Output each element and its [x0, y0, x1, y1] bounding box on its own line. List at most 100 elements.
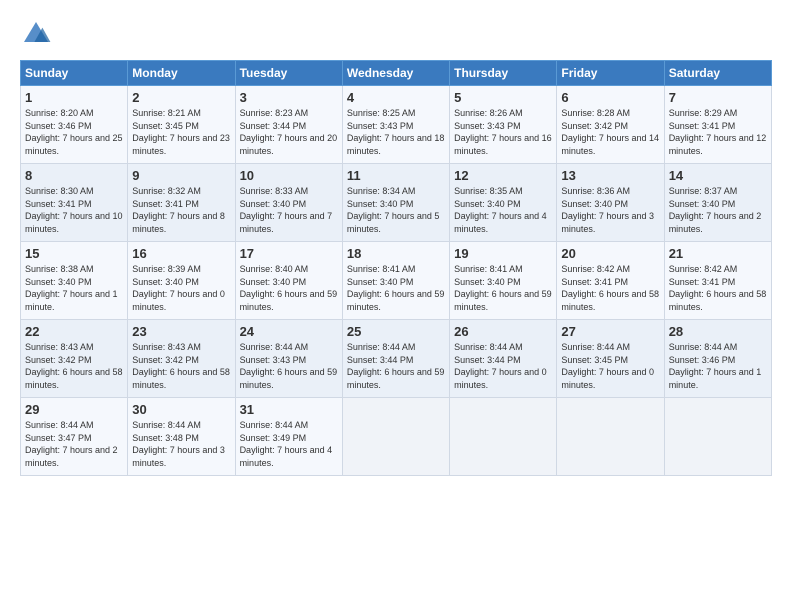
calendar-row: 29 Sunrise: 8:44 AMSunset: 3:47 PMDayligh…	[21, 398, 772, 476]
calendar-cell: 4Sunrise: 8:25 AMSunset: 3:43 PMDaylight…	[342, 86, 449, 164]
calendar-cell	[557, 398, 664, 476]
day-number: 30	[132, 402, 230, 417]
calendar-cell: 8 Sunrise: 8:30 AMSunset: 3:41 PMDaylight…	[21, 164, 128, 242]
calendar-row: 8 Sunrise: 8:30 AMSunset: 3:41 PMDaylight…	[21, 164, 772, 242]
calendar-cell: 27 Sunrise: 8:44 AMSunset: 3:45 PMDayligh…	[557, 320, 664, 398]
day-number: 23	[132, 324, 230, 339]
calendar-cell: 14 Sunrise: 8:37 AMSunset: 3:40 PMDayligh…	[664, 164, 771, 242]
page: Sunday Monday Tuesday Wednesday Thursday…	[0, 0, 792, 488]
calendar-cell: 21 Sunrise: 8:42 AMSunset: 3:41 PMDayligh…	[664, 242, 771, 320]
calendar-row: 15Sunrise: 8:38 AMSunset: 3:40 PMDayligh…	[21, 242, 772, 320]
logo	[20, 18, 58, 50]
day-number: 25	[347, 324, 445, 339]
day-number: 29	[25, 402, 123, 417]
day-info: Sunrise: 8:23 AMSunset: 3:44 PMDaylight:…	[240, 107, 338, 157]
day-info: Sunrise: 8:26 AMSunset: 3:43 PMDaylight:…	[454, 107, 552, 157]
header-row: Sunday Monday Tuesday Wednesday Thursday…	[21, 61, 772, 86]
day-info: Sunrise: 8:44 AMSunset: 3:44 PMDaylight:…	[347, 341, 445, 391]
calendar-cell: 18Sunrise: 8:41 AMSunset: 3:40 PMDayligh…	[342, 242, 449, 320]
day-info: Sunrise: 8:37 AMSunset: 3:40 PMDaylight:…	[669, 185, 767, 235]
calendar-cell: 3 Sunrise: 8:23 AMSunset: 3:44 PMDaylight…	[235, 86, 342, 164]
day-number: 6	[561, 90, 659, 105]
calendar-cell: 31 Sunrise: 8:44 AMSunset: 3:49 PMDayligh…	[235, 398, 342, 476]
col-thursday: Thursday	[450, 61, 557, 86]
day-info: Sunrise: 8:32 AMSunset: 3:41 PMDaylight:…	[132, 185, 230, 235]
day-info: Sunrise: 8:44 AMSunset: 3:49 PMDaylight:…	[240, 419, 338, 469]
col-tuesday: Tuesday	[235, 61, 342, 86]
calendar-cell: 7 Sunrise: 8:29 AMSunset: 3:41 PMDaylight…	[664, 86, 771, 164]
day-info: Sunrise: 8:41 AMSunset: 3:40 PMDaylight:…	[454, 263, 552, 313]
calendar-cell: 16 Sunrise: 8:39 AMSunset: 3:40 PMDayligh…	[128, 242, 235, 320]
col-sunday: Sunday	[21, 61, 128, 86]
day-info: Sunrise: 8:44 AMSunset: 3:47 PMDaylight:…	[25, 419, 123, 469]
day-info: Sunrise: 8:34 AMSunset: 3:40 PMDaylight:…	[347, 185, 445, 235]
day-number: 28	[669, 324, 767, 339]
day-info: Sunrise: 8:30 AMSunset: 3:41 PMDaylight:…	[25, 185, 123, 235]
day-info: Sunrise: 8:44 AMSunset: 3:48 PMDaylight:…	[132, 419, 230, 469]
day-number: 27	[561, 324, 659, 339]
day-info: Sunrise: 8:28 AMSunset: 3:42 PMDaylight:…	[561, 107, 659, 157]
day-info: Sunrise: 8:38 AMSunset: 3:40 PMDaylight:…	[25, 263, 123, 313]
day-number: 26	[454, 324, 552, 339]
day-number: 20	[561, 246, 659, 261]
calendar-cell: 22Sunrise: 8:43 AMSunset: 3:42 PMDayligh…	[21, 320, 128, 398]
calendar-cell: 23 Sunrise: 8:43 AMSunset: 3:42 PMDayligh…	[128, 320, 235, 398]
col-wednesday: Wednesday	[342, 61, 449, 86]
day-info: Sunrise: 8:44 AMSunset: 3:46 PMDaylight:…	[669, 341, 767, 391]
col-friday: Friday	[557, 61, 664, 86]
day-info: Sunrise: 8:44 AMSunset: 3:45 PMDaylight:…	[561, 341, 659, 391]
day-number: 31	[240, 402, 338, 417]
calendar-cell: 19Sunrise: 8:41 AMSunset: 3:40 PMDayligh…	[450, 242, 557, 320]
day-number: 14	[669, 168, 767, 183]
day-info: Sunrise: 8:39 AMSunset: 3:40 PMDaylight:…	[132, 263, 230, 313]
calendar-cell: 29 Sunrise: 8:44 AMSunset: 3:47 PMDayligh…	[21, 398, 128, 476]
day-info: Sunrise: 8:44 AMSunset: 3:44 PMDaylight:…	[454, 341, 552, 391]
day-number: 10	[240, 168, 338, 183]
day-number: 13	[561, 168, 659, 183]
day-info: Sunrise: 8:20 AMSunset: 3:46 PMDaylight:…	[25, 107, 123, 157]
day-info: Sunrise: 8:44 AMSunset: 3:43 PMDaylight:…	[240, 341, 338, 391]
calendar-cell: 25 Sunrise: 8:44 AMSunset: 3:44 PMDayligh…	[342, 320, 449, 398]
day-info: Sunrise: 8:43 AMSunset: 3:42 PMDaylight:…	[132, 341, 230, 391]
day-info: Sunrise: 8:43 AMSunset: 3:42 PMDaylight:…	[25, 341, 123, 391]
day-number: 16	[132, 246, 230, 261]
header	[20, 18, 772, 50]
day-info: Sunrise: 8:42 AMSunset: 3:41 PMDaylight:…	[561, 263, 659, 313]
day-number: 17	[240, 246, 338, 261]
calendar-cell	[664, 398, 771, 476]
calendar-cell: 13Sunrise: 8:36 AMSunset: 3:40 PMDayligh…	[557, 164, 664, 242]
calendar-cell: 28 Sunrise: 8:44 AMSunset: 3:46 PMDayligh…	[664, 320, 771, 398]
col-saturday: Saturday	[664, 61, 771, 86]
calendar-cell: 6 Sunrise: 8:28 AMSunset: 3:42 PMDaylight…	[557, 86, 664, 164]
calendar-cell: 12Sunrise: 8:35 AMSunset: 3:40 PMDayligh…	[450, 164, 557, 242]
col-monday: Monday	[128, 61, 235, 86]
day-info: Sunrise: 8:33 AMSunset: 3:40 PMDaylight:…	[240, 185, 338, 235]
day-number: 8	[25, 168, 123, 183]
day-number: 1	[25, 90, 123, 105]
logo-icon	[20, 18, 52, 50]
calendar-cell: 2Sunrise: 8:21 AMSunset: 3:45 PMDaylight…	[128, 86, 235, 164]
day-number: 24	[240, 324, 338, 339]
calendar-row: 22Sunrise: 8:43 AMSunset: 3:42 PMDayligh…	[21, 320, 772, 398]
day-number: 3	[240, 90, 338, 105]
calendar-cell: 11Sunrise: 8:34 AMSunset: 3:40 PMDayligh…	[342, 164, 449, 242]
calendar-cell	[450, 398, 557, 476]
calendar-row: 1 Sunrise: 8:20 AMSunset: 3:46 PMDaylight…	[21, 86, 772, 164]
day-info: Sunrise: 8:40 AMSunset: 3:40 PMDaylight:…	[240, 263, 338, 313]
calendar-cell: 30 Sunrise: 8:44 AMSunset: 3:48 PMDayligh…	[128, 398, 235, 476]
day-info: Sunrise: 8:42 AMSunset: 3:41 PMDaylight:…	[669, 263, 767, 313]
calendar-cell: 26 Sunrise: 8:44 AMSunset: 3:44 PMDayligh…	[450, 320, 557, 398]
day-number: 21	[669, 246, 767, 261]
calendar-cell	[342, 398, 449, 476]
calendar-cell: 1 Sunrise: 8:20 AMSunset: 3:46 PMDaylight…	[21, 86, 128, 164]
calendar-cell: 24 Sunrise: 8:44 AMSunset: 3:43 PMDayligh…	[235, 320, 342, 398]
calendar-cell: 9 Sunrise: 8:32 AMSunset: 3:41 PMDaylight…	[128, 164, 235, 242]
day-number: 2	[132, 90, 230, 105]
day-number: 7	[669, 90, 767, 105]
day-number: 9	[132, 168, 230, 183]
calendar-cell: 10 Sunrise: 8:33 AMSunset: 3:40 PMDayligh…	[235, 164, 342, 242]
calendar-cell: 17 Sunrise: 8:40 AMSunset: 3:40 PMDayligh…	[235, 242, 342, 320]
calendar-cell: 15Sunrise: 8:38 AMSunset: 3:40 PMDayligh…	[21, 242, 128, 320]
day-number: 5	[454, 90, 552, 105]
day-info: Sunrise: 8:29 AMSunset: 3:41 PMDaylight:…	[669, 107, 767, 157]
